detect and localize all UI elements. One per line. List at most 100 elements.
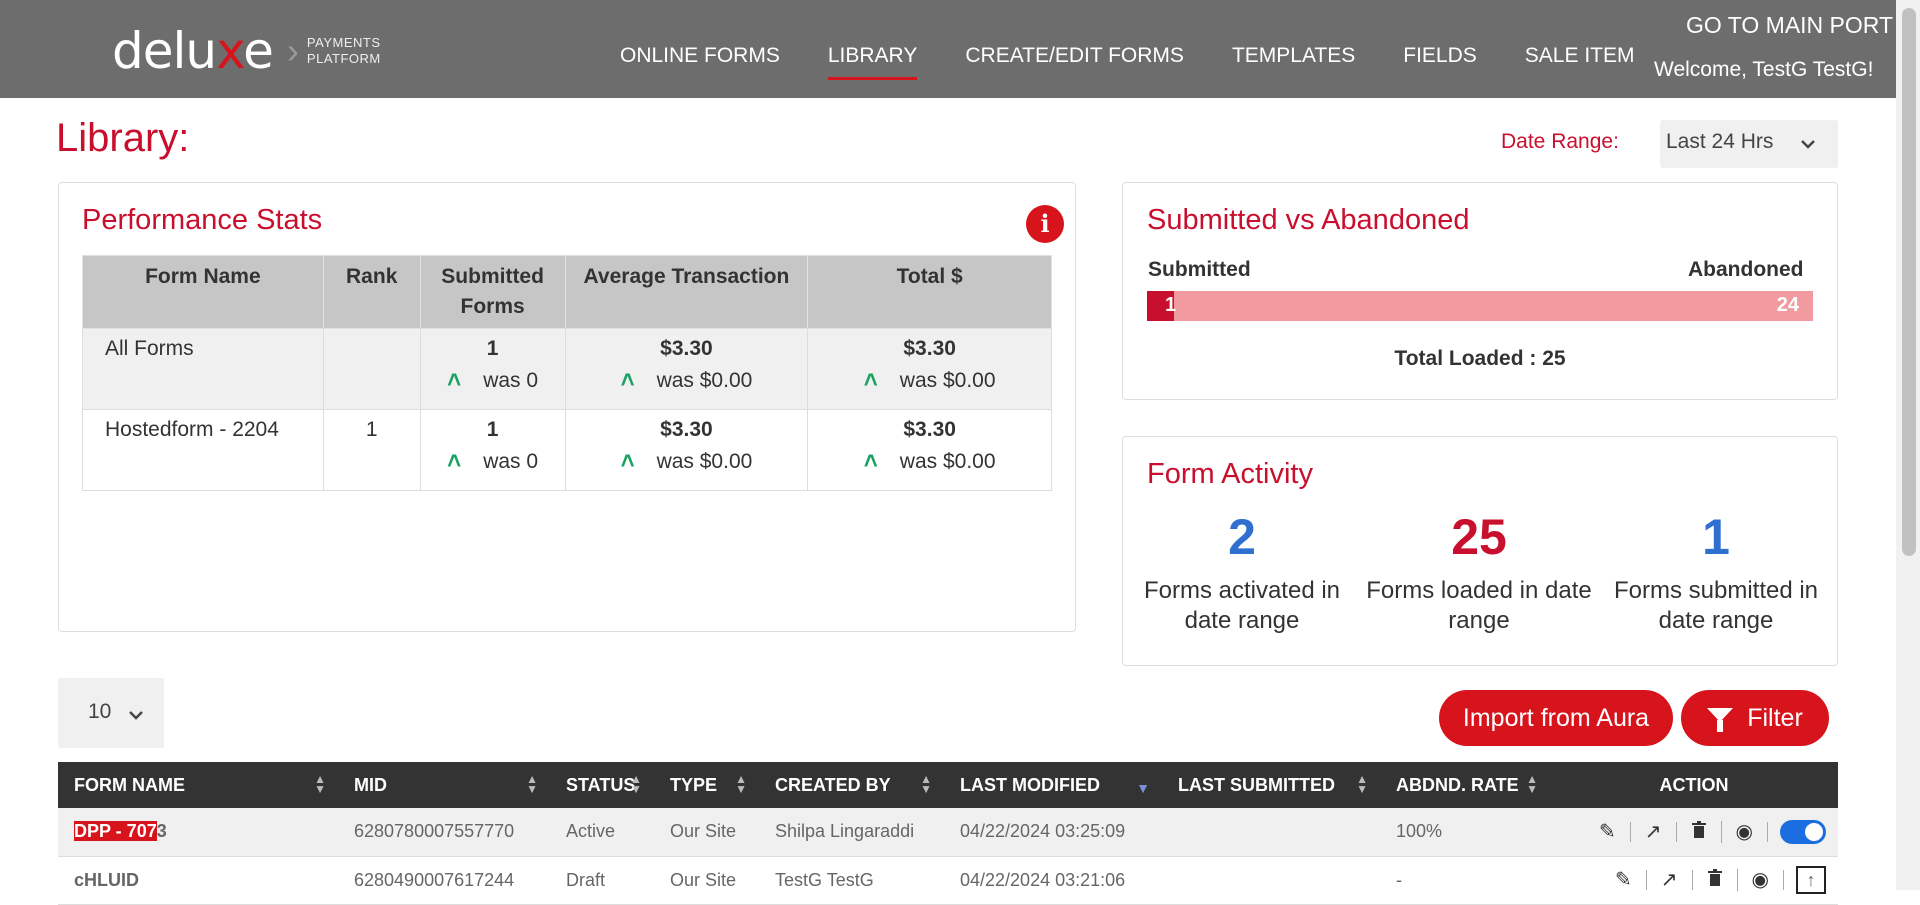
sort-desc-icon: ▼ xyxy=(1136,780,1150,796)
vertical-scrollbar[interactable] xyxy=(1896,0,1920,890)
sort-icon: ▲ ▼ xyxy=(314,772,326,796)
sort-icon: ▲ ▼ xyxy=(920,772,932,796)
table-row[interactable]: cHLUID 6280490007617244 Draft Our Site T… xyxy=(58,856,1838,905)
sort-icon: ▲ ▼ xyxy=(735,772,747,796)
performance-stats-table: Form Name Rank Submitted Forms Average T… xyxy=(82,255,1052,491)
nav-sale-item[interactable]: SALE ITEM xyxy=(1525,44,1635,68)
nav-library[interactable]: LIBRARY xyxy=(827,44,917,80)
total-cell: $3.30 ˄ was $0.00 xyxy=(807,328,1052,410)
abandoned-count: 24 xyxy=(1776,294,1799,316)
abandon-rate-cell: - xyxy=(1380,856,1550,905)
submitted-label: Submitted xyxy=(1148,258,1251,281)
date-range-value: Last 24 Hrs xyxy=(1666,130,1774,153)
active-toggle[interactable] xyxy=(1780,819,1826,844)
date-range-select[interactable]: Last 24 Hrs xyxy=(1660,120,1838,168)
page-title: Library: xyxy=(56,116,190,160)
trend-up-icon: ˄ xyxy=(447,367,462,394)
form-name-cell[interactable]: DPP - 7073 xyxy=(58,808,338,857)
filter-button[interactable]: Filter xyxy=(1681,690,1829,746)
logo-chevron-icon: › xyxy=(286,30,299,71)
col-last-modified[interactable]: LAST MODIFIED ▼ xyxy=(944,762,1162,808)
info-icon[interactable]: i xyxy=(1026,205,1064,243)
col-status[interactable]: STATUS ▲ ▼ xyxy=(550,762,654,808)
mid-cell: 6280780007557770 xyxy=(338,808,550,857)
last-submitted-cell xyxy=(1162,808,1380,857)
preview-eye-icon[interactable]: ◉ xyxy=(1738,870,1784,890)
type-cell: Our Site xyxy=(654,856,759,905)
page-size-select[interactable]: 10 xyxy=(58,678,164,748)
last-submitted-cell xyxy=(1162,856,1380,905)
table-row[interactable]: DPP - 7073 6280780007557770 Active Our S… xyxy=(58,808,1838,857)
action-cell: ✎ ↗ ◉ ↑ xyxy=(1550,856,1838,905)
page-size-value: 10 xyxy=(88,700,112,723)
avg-cell: $3.30 ˄ was $0.00 xyxy=(564,328,809,410)
col-total: Total $ xyxy=(807,255,1052,329)
forms-table: FORM NAME ▲ ▼ MID ▲ ▼ STATUS ▲ ▼ TYPE ▲ ▼ CREATE… xyxy=(58,762,1838,905)
nav-create-edit-forms[interactable]: CREATE/EDIT FORMS xyxy=(965,44,1184,68)
edit-icon[interactable]: ✎ xyxy=(1585,821,1631,842)
sort-icon: ▲ ▼ xyxy=(1356,772,1368,796)
type-cell: Our Site xyxy=(654,808,759,857)
submitted-abandoned-bar: 1 24 xyxy=(1147,291,1813,321)
trend-up-icon: ˄ xyxy=(620,367,635,394)
last-modified-cell: 04/22/2024 03:25:09 xyxy=(944,808,1162,857)
delete-icon[interactable] xyxy=(1677,820,1722,843)
trend-up-icon: ˄ xyxy=(447,448,462,475)
top-nav-bar: deluxe › PAYMENTS PLATFORM ONLINE FORMS L… xyxy=(0,0,1920,98)
col-submitted-forms: Submitted Forms xyxy=(419,255,566,329)
chevron-down-icon xyxy=(1800,134,1816,158)
scrollbar-thumb[interactable] xyxy=(1902,8,1916,556)
avg-cell: $3.30 ˄ was $0.00 xyxy=(564,409,809,491)
table-row: Hostedform - 2204 1 1 ˄ was 0 $3.30 ˄ was $0… xyxy=(82,409,1052,491)
sort-icon: ▲ ▼ xyxy=(1526,772,1538,796)
mid-cell: 6280490007617244 xyxy=(338,856,550,905)
nav-fields[interactable]: FIELDS xyxy=(1403,44,1477,68)
rank-cell: 1 xyxy=(322,409,421,491)
logo-wordmark: deluxe xyxy=(112,22,274,80)
form-activity-title: Form Activity xyxy=(1147,458,1313,490)
last-modified-cell: 04/22/2024 03:21:06 xyxy=(944,856,1162,905)
col-last-submitted[interactable]: LAST SUBMITTED ▲ ▼ xyxy=(1162,762,1380,808)
total-cell: $3.30 ˄ was $0.00 xyxy=(807,409,1052,491)
share-icon[interactable]: ↗ xyxy=(1631,821,1677,842)
form-name-cell: Hostedform - 2204 xyxy=(82,409,324,491)
col-form-name: Form Name xyxy=(82,255,324,329)
preview-eye-icon[interactable]: ◉ xyxy=(1722,821,1768,842)
col-average-transaction: Average Transaction xyxy=(564,255,809,329)
nav-online-forms[interactable]: ONLINE FORMS xyxy=(620,44,780,68)
col-created-by[interactable]: CREATED BY ▲ ▼ xyxy=(759,762,944,808)
sort-icon: ▲ ▼ xyxy=(526,772,538,796)
stat-forms-submitted: 1 Forms submitted in date range xyxy=(1613,509,1819,634)
col-type[interactable]: TYPE ▲ ▼ xyxy=(654,762,759,808)
submitted-vs-abandoned-title: Submitted vs Abandoned xyxy=(1147,204,1470,236)
import-from-aura-button[interactable]: Import from Aura xyxy=(1439,690,1673,746)
submitted-cell: 1 ˄ was 0 xyxy=(419,409,566,491)
created-by-cell: TestG TestG xyxy=(759,856,944,905)
col-form-name[interactable]: FORM NAME ▲ ▼ xyxy=(58,762,338,808)
form-name-cell: All Forms xyxy=(82,328,324,410)
deluxe-logo[interactable]: deluxe › PAYMENTS PLATFORM xyxy=(112,22,381,80)
sort-icon: ▲ ▼ xyxy=(630,772,642,796)
share-icon[interactable]: ↗ xyxy=(1647,870,1693,890)
logo-subtitle: PAYMENTS PLATFORM xyxy=(306,35,381,66)
col-abandon-rate[interactable]: ABDND. RATE ▲ ▼ xyxy=(1380,762,1550,808)
main-nav: ONLINE FORMS LIBRARY CREATE/EDIT FORMS T… xyxy=(620,44,1682,80)
table-row: All Forms 1 ˄ was 0 $3.30 ˄ was $0.00 $3.30 ˄… xyxy=(82,328,1052,410)
delete-icon[interactable] xyxy=(1693,869,1738,891)
action-cell: ✎ ↗ ◉ xyxy=(1550,808,1838,857)
date-range-label: Date Range: xyxy=(1501,130,1619,153)
form-name-cell[interactable]: cHLUID xyxy=(58,856,338,905)
col-mid[interactable]: MID ▲ ▼ xyxy=(338,762,550,808)
filter-icon xyxy=(1707,708,1734,732)
abandon-rate-cell: 100% xyxy=(1380,808,1550,857)
abandoned-label: Abandoned xyxy=(1688,258,1804,281)
welcome-text: Welcome, TestG TestG! xyxy=(1654,58,1874,81)
edit-icon[interactable]: ✎ xyxy=(1601,870,1647,890)
stat-forms-activated: 2 Forms activated in date range xyxy=(1143,509,1341,634)
status-cell: Draft xyxy=(550,856,654,905)
performance-stats-title: Performance Stats xyxy=(82,204,323,236)
trend-up-icon: ˄ xyxy=(620,448,635,475)
chevron-down-icon xyxy=(128,705,144,729)
go-to-main-portal-link[interactable]: GO TO MAIN PORT xyxy=(1686,12,1893,39)
nav-templates[interactable]: TEMPLATES xyxy=(1232,44,1355,68)
